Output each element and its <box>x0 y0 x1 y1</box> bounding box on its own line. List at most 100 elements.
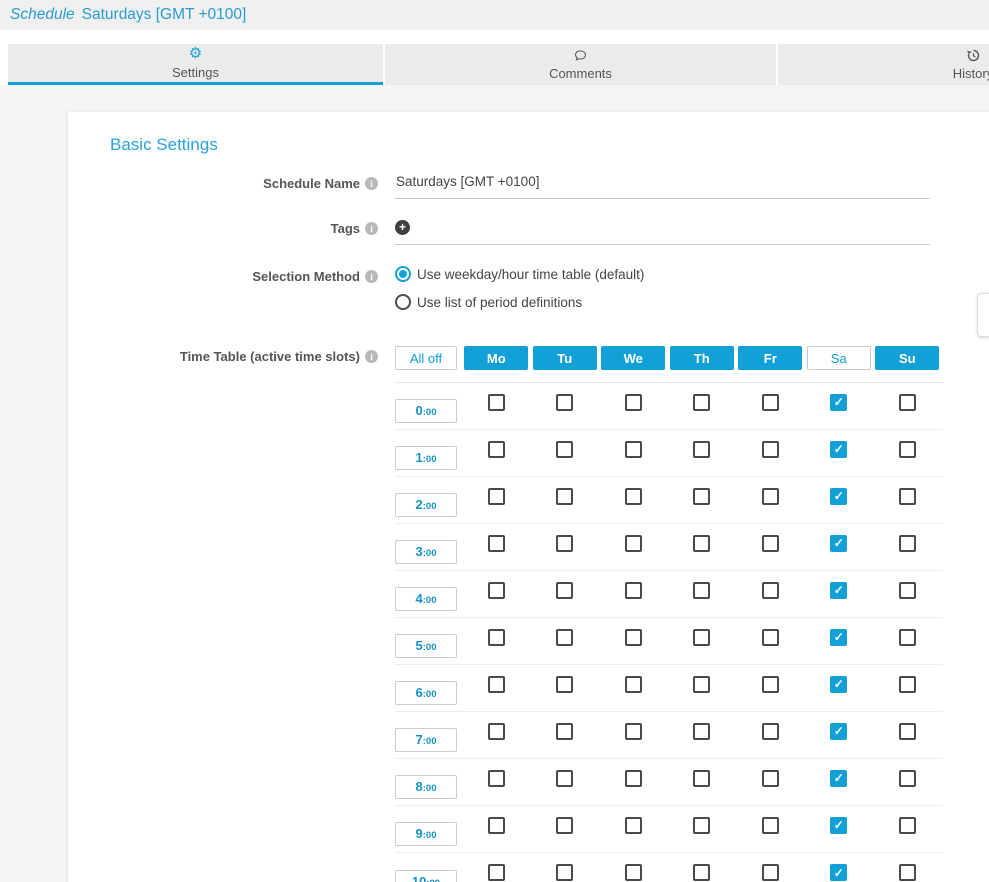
slot-checkbox-we-2[interactable] <box>625 488 642 505</box>
slot-checkbox-th-1[interactable] <box>693 441 710 458</box>
slot-checkbox-sa-6[interactable] <box>830 676 847 693</box>
day-toggle-we[interactable]: We <box>601 346 665 370</box>
slot-checkbox-th-7[interactable] <box>693 723 710 740</box>
slot-checkbox-we-1[interactable] <box>625 441 642 458</box>
slot-checkbox-th-8[interactable] <box>693 770 710 787</box>
slot-checkbox-fr-3[interactable] <box>762 535 779 552</box>
hour-toggle-3[interactable]: 3:00 <box>395 540 457 564</box>
slot-checkbox-fr-0[interactable] <box>762 394 779 411</box>
hour-toggle-1[interactable]: 1:00 <box>395 446 457 470</box>
slot-checkbox-sa-9[interactable] <box>830 817 847 834</box>
slot-checkbox-th-2[interactable] <box>693 488 710 505</box>
slot-checkbox-tu-10[interactable] <box>556 864 573 881</box>
day-toggle-su[interactable]: Su <box>875 346 939 370</box>
hour-toggle-2[interactable]: 2:00 <box>395 493 457 517</box>
slot-checkbox-sa-5[interactable] <box>830 629 847 646</box>
day-toggle-tu[interactable]: Tu <box>533 346 597 370</box>
slot-checkbox-sa-8[interactable] <box>830 770 847 787</box>
slot-checkbox-we-5[interactable] <box>625 629 642 646</box>
radio-option-timetable[interactable]: Use weekday/hour time table (default) <box>395 266 644 282</box>
slot-checkbox-mo-2[interactable] <box>488 488 505 505</box>
slot-checkbox-su-4[interactable] <box>899 582 916 599</box>
slot-checkbox-su-0[interactable] <box>899 394 916 411</box>
slot-checkbox-mo-9[interactable] <box>488 817 505 834</box>
hour-toggle-7[interactable]: 7:00 <box>395 728 457 752</box>
slot-checkbox-su-9[interactable] <box>899 817 916 834</box>
slot-checkbox-su-2[interactable] <box>899 488 916 505</box>
hour-toggle-10[interactable]: 10:00 <box>395 870 457 882</box>
radio-option-periods[interactable]: Use list of period definitions <box>395 294 644 310</box>
slot-checkbox-mo-8[interactable] <box>488 770 505 787</box>
slot-checkbox-tu-4[interactable] <box>556 582 573 599</box>
slot-checkbox-we-10[interactable] <box>625 864 642 881</box>
slot-checkbox-th-3[interactable] <box>693 535 710 552</box>
radio-unselected-icon[interactable] <box>395 294 411 310</box>
slot-checkbox-fr-7[interactable] <box>762 723 779 740</box>
slot-checkbox-tu-2[interactable] <box>556 488 573 505</box>
hour-toggle-4[interactable]: 4:00 <box>395 587 457 611</box>
slot-checkbox-sa-3[interactable] <box>830 535 847 552</box>
hour-toggle-9[interactable]: 9:00 <box>395 822 457 846</box>
slot-checkbox-we-3[interactable] <box>625 535 642 552</box>
slot-checkbox-we-6[interactable] <box>625 676 642 693</box>
slot-checkbox-tu-0[interactable] <box>556 394 573 411</box>
slot-checkbox-mo-1[interactable] <box>488 441 505 458</box>
hour-toggle-8[interactable]: 8:00 <box>395 775 457 799</box>
hour-toggle-0[interactable]: 0:00 <box>395 399 457 423</box>
day-toggle-mo[interactable]: Mo <box>464 346 528 370</box>
slot-checkbox-mo-3[interactable] <box>488 535 505 552</box>
hour-toggle-5[interactable]: 5:00 <box>395 634 457 658</box>
slot-checkbox-fr-10[interactable] <box>762 864 779 881</box>
slot-checkbox-mo-7[interactable] <box>488 723 505 740</box>
hour-toggle-6[interactable]: 6:00 <box>395 681 457 705</box>
slot-checkbox-tu-8[interactable] <box>556 770 573 787</box>
slot-checkbox-fr-6[interactable] <box>762 676 779 693</box>
slot-checkbox-mo-6[interactable] <box>488 676 505 693</box>
tab-history[interactable]: History <box>778 44 989 85</box>
day-toggle-sa[interactable]: Sa <box>807 346 871 370</box>
slot-checkbox-mo-10[interactable] <box>488 864 505 881</box>
slot-checkbox-th-10[interactable] <box>693 864 710 881</box>
info-icon[interactable]: i <box>365 350 378 363</box>
slot-checkbox-fr-9[interactable] <box>762 817 779 834</box>
slot-checkbox-th-4[interactable] <box>693 582 710 599</box>
slot-checkbox-th-5[interactable] <box>693 629 710 646</box>
radio-selected-icon[interactable] <box>395 266 411 282</box>
slot-checkbox-tu-6[interactable] <box>556 676 573 693</box>
slot-checkbox-sa-0[interactable] <box>830 394 847 411</box>
add-tag-icon[interactable]: + <box>395 220 410 235</box>
slot-checkbox-mo-5[interactable] <box>488 629 505 646</box>
day-toggle-th[interactable]: Th <box>670 346 734 370</box>
info-icon[interactable]: i <box>365 270 378 283</box>
slot-checkbox-tu-3[interactable] <box>556 535 573 552</box>
slot-checkbox-fr-5[interactable] <box>762 629 779 646</box>
slot-checkbox-tu-9[interactable] <box>556 817 573 834</box>
slot-checkbox-we-8[interactable] <box>625 770 642 787</box>
slot-checkbox-we-9[interactable] <box>625 817 642 834</box>
slot-checkbox-tu-7[interactable] <box>556 723 573 740</box>
slot-checkbox-mo-4[interactable] <box>488 582 505 599</box>
slot-checkbox-th-0[interactable] <box>693 394 710 411</box>
slot-checkbox-sa-10[interactable] <box>830 864 847 881</box>
slot-checkbox-sa-7[interactable] <box>830 723 847 740</box>
slot-checkbox-sa-1[interactable] <box>830 441 847 458</box>
slot-checkbox-su-10[interactable] <box>899 864 916 881</box>
slot-checkbox-th-6[interactable] <box>693 676 710 693</box>
all-off-button[interactable]: All off <box>395 346 457 370</box>
slot-checkbox-su-7[interactable] <box>899 723 916 740</box>
slot-checkbox-we-4[interactable] <box>625 582 642 599</box>
slot-checkbox-fr-1[interactable] <box>762 441 779 458</box>
slot-checkbox-fr-2[interactable] <box>762 488 779 505</box>
tab-settings[interactable]: ⚙ Settings <box>8 44 383 85</box>
slot-checkbox-fr-4[interactable] <box>762 582 779 599</box>
day-toggle-fr[interactable]: Fr <box>738 346 802 370</box>
slot-checkbox-tu-5[interactable] <box>556 629 573 646</box>
right-edge-flap[interactable] <box>977 293 989 337</box>
slot-checkbox-sa-4[interactable] <box>830 582 847 599</box>
info-icon[interactable]: i <box>365 177 378 190</box>
info-icon[interactable]: i <box>365 222 378 235</box>
slot-checkbox-fr-8[interactable] <box>762 770 779 787</box>
slot-checkbox-su-3[interactable] <box>899 535 916 552</box>
slot-checkbox-tu-1[interactable] <box>556 441 573 458</box>
slot-checkbox-su-1[interactable] <box>899 441 916 458</box>
